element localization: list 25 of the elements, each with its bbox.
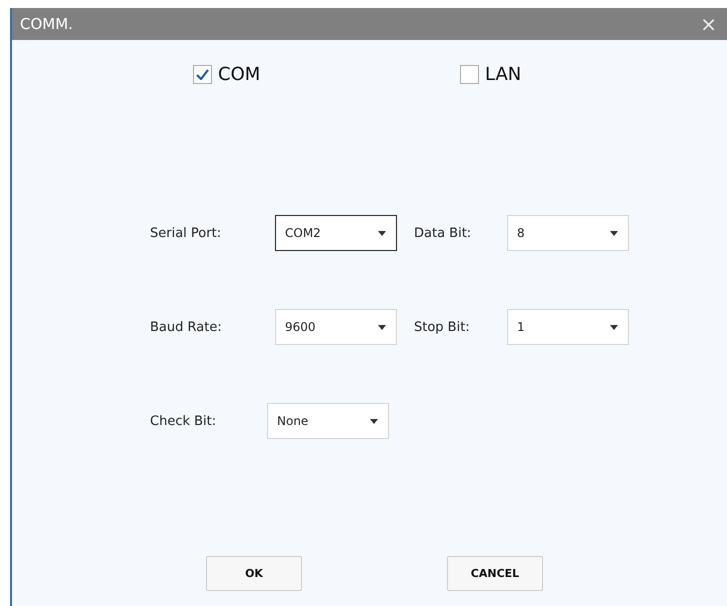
checkbox-label: LAN: [485, 64, 522, 85]
dropdown[interactable]: 1: [507, 309, 629, 345]
checkbox[interactable]: [460, 65, 479, 84]
mode-checkbox[interactable]: COM: [193, 64, 460, 85]
field-label: Data Bit:: [414, 226, 472, 240]
caret-icon: [610, 230, 618, 236]
check-icon: [196, 69, 209, 80]
checkbox[interactable]: [193, 65, 212, 84]
mode-checkbox[interactable]: LAN: [460, 64, 727, 85]
dropdown[interactable]: None: [267, 403, 389, 439]
dropdown[interactable]: COM2: [275, 215, 397, 251]
cancel-button[interactable]: CANCEL: [447, 556, 543, 591]
dropdown[interactable]: 9600: [275, 309, 397, 345]
caret-icon: [610, 324, 618, 330]
field-label: Baud Rate:: [150, 320, 223, 334]
checkbox-label: COM: [218, 64, 260, 85]
caret-icon: [370, 418, 378, 424]
field-label: Serial Port:: [150, 226, 222, 240]
caret-icon: [378, 324, 386, 330]
field-label: Check Bit:: [150, 414, 218, 428]
field-label: Stop Bit:: [414, 320, 471, 334]
dropdown[interactable]: 8: [507, 215, 629, 251]
window-title: COMM.: [20, 15, 73, 33]
ok-button[interactable]: OK: [206, 556, 302, 591]
caret-icon: [378, 230, 386, 236]
